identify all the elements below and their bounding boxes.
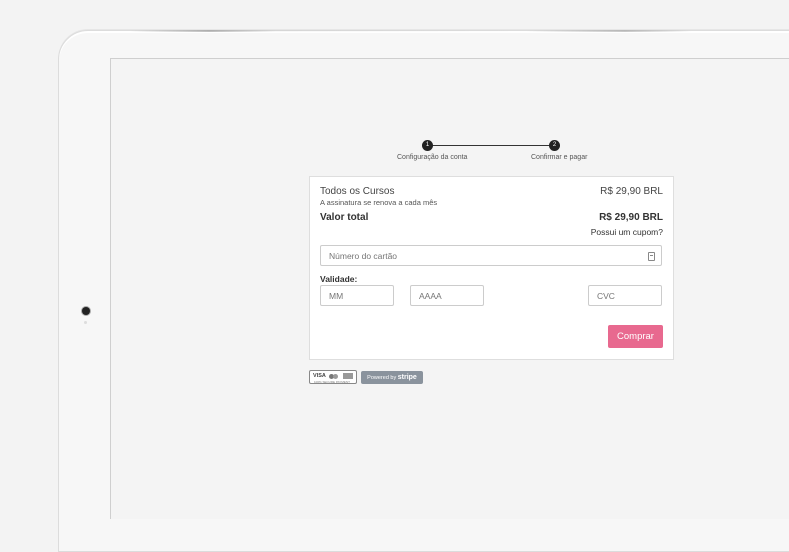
total-row: Valor total R$ 29,90 BRL (320, 212, 663, 223)
card-brands-badge: VISA 100% SECURE PAYMENT (309, 370, 357, 384)
validity-label: Validade: (320, 274, 358, 284)
checkout-stepper: 1 2 Configuração da conta Confirmar e pa… (397, 140, 587, 170)
course-price: R$ 29,90 BRL (600, 186, 663, 197)
visa-label: VISA (313, 373, 326, 379)
step-1-label: Configuração da conta (397, 154, 468, 161)
step-2-dot: 2 (549, 140, 560, 151)
stripe-prefix: Powered by (367, 375, 397, 381)
step-1-dot: 1 (422, 140, 433, 151)
total-price: R$ 29,90 BRL (599, 212, 663, 223)
checkout-card: Todos os Cursos R$ 29,90 BRL A assinatur… (309, 176, 674, 360)
course-subtitle: A assinatura se renova a cada mês (320, 198, 438, 207)
secure-payment-text: 100% SECURE PAYMENT (314, 380, 350, 384)
mastercard-icon (329, 374, 338, 379)
coupon-link[interactable]: Possui um cupom? (591, 227, 663, 237)
step-2-label: Confirmar e pagar (531, 154, 588, 161)
cvc-input[interactable] (588, 285, 662, 306)
course-row: Todos os Cursos R$ 29,90 BRL (320, 186, 663, 197)
total-label: Valor total (320, 212, 369, 223)
stepper-line (427, 145, 555, 146)
credit-card-icon (648, 252, 655, 261)
expiry-year-input[interactable] (410, 285, 484, 306)
tablet-edge-highlight (130, 30, 789, 32)
expiry-month-input[interactable] (320, 285, 394, 306)
amex-icon (343, 373, 353, 379)
buy-button[interactable]: Comprar (608, 325, 663, 348)
card-number-input[interactable] (320, 245, 662, 266)
stripe-logo: stripe (397, 374, 417, 381)
sensor-dot (84, 321, 87, 324)
camera-icon (82, 307, 90, 315)
powered-by-stripe-badge[interactable]: Powered by stripe (361, 371, 423, 384)
course-name: Todos os Cursos (320, 186, 395, 197)
